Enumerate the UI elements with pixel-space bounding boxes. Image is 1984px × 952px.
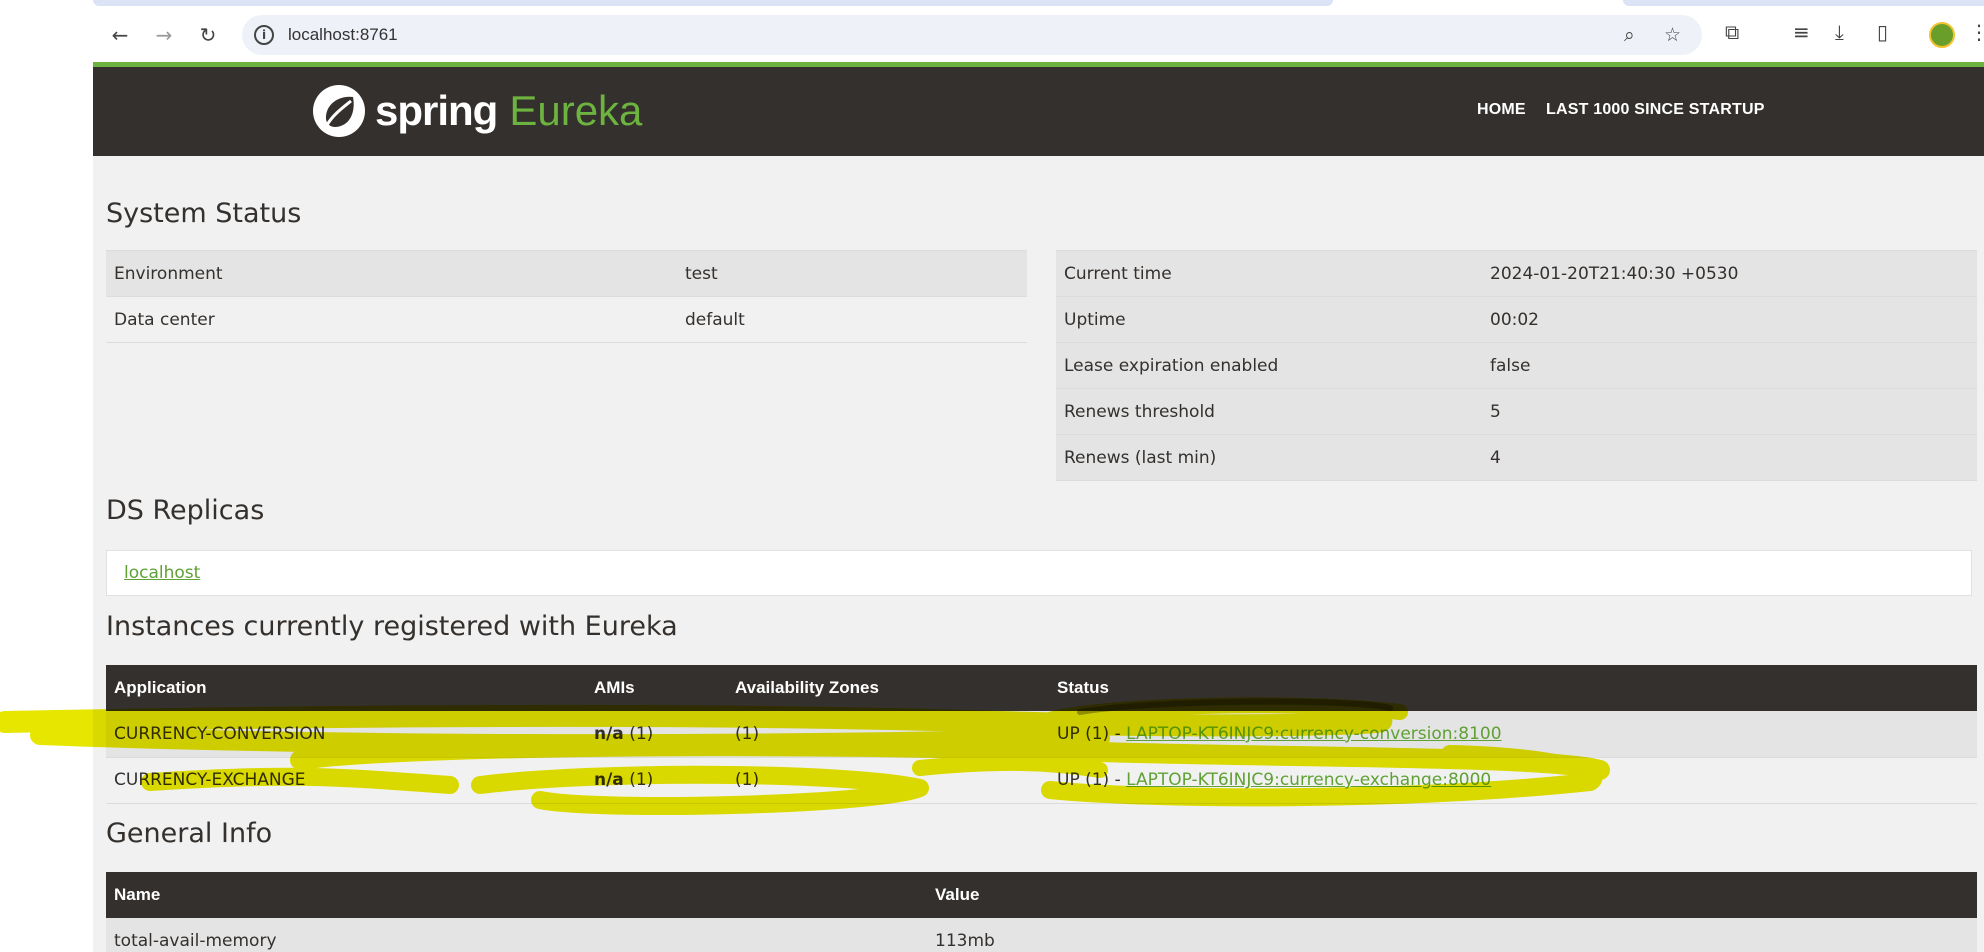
column-header-name: Name <box>106 872 927 918</box>
side-panel-icon[interactable]: ▯ <box>1877 20 1888 44</box>
table-row: Renews (last min) 4 <box>1056 434 1977 481</box>
stat-value: default <box>677 296 1027 343</box>
table-row: Lease expiration enabled false <box>1056 342 1977 389</box>
instance-app-name: CURRENCY-CONVERSION <box>106 711 586 758</box>
ds-replicas-heading: DS Replicas <box>106 495 265 526</box>
info-name: total-avail-memory <box>106 918 927 952</box>
instances-table: Application AMIs Availability Zones Stat… <box>106 665 1977 804</box>
nav-home-link[interactable]: HOME <box>1477 101 1526 119</box>
ami-value: n/a <box>594 723 624 744</box>
site-info-icon[interactable]: i <box>254 25 274 45</box>
stat-label: Current time <box>1056 250 1482 297</box>
active-tab[interactable] <box>93 0 1333 6</box>
column-header-amis: AMIs <box>586 665 727 711</box>
stat-label: Renews (last min) <box>1056 434 1482 481</box>
ami-count: (1) <box>629 770 654 790</box>
eureka-dashboard: spring Eureka HOME LAST 1000 SINCE START… <box>93 67 1984 952</box>
column-header-zones: Availability Zones <box>727 665 1049 711</box>
table-row: Environment test <box>106 250 1027 297</box>
arrow-left-icon: ← <box>111 23 129 47</box>
table-row: Uptime 00:02 <box>1056 296 1977 343</box>
profile-avatar[interactable] <box>1929 22 1955 48</box>
stat-value: 00:02 <box>1482 296 1977 343</box>
stat-value: 5 <box>1482 388 1977 435</box>
instance-link[interactable]: LAPTOP-KT6INJC9:currency-exchange:8000 <box>1126 770 1491 790</box>
arrow-right-icon: → <box>155 23 173 47</box>
instance-status: UP (1) - LAPTOP-KT6INJC9:currency-conver… <box>1049 711 1977 758</box>
replica-localhost-link[interactable]: localhost <box>124 563 200 583</box>
stat-value: 2024-01-20T21:40:30 +0530 <box>1482 250 1977 297</box>
instance-app-name: CURRENCY-EXCHANGE <box>106 757 586 804</box>
status-text: UP (1) - <box>1057 723 1127 744</box>
media-controls-icon[interactable]: ≡ <box>1793 20 1810 44</box>
table-row: Renews threshold 5 <box>1056 388 1977 435</box>
system-status-heading: System Status <box>106 198 302 229</box>
ami-count: (1) <box>629 723 654 744</box>
system-status-right-table: Current time 2024-01-20T21:40:30 +0530 U… <box>1056 250 1977 481</box>
url-text[interactable]: localhost:8761 <box>288 25 398 45</box>
instance-amis: n/a (1) <box>586 757 727 804</box>
stat-label: Renews threshold <box>1056 388 1482 435</box>
stat-value: false <box>1482 342 1977 389</box>
bookmark-star-icon[interactable]: ☆ <box>1664 24 1681 46</box>
reload-icon: ↻ <box>199 23 217 47</box>
system-status-left-table: Environment test Data center default <box>106 250 1027 343</box>
stat-label: Uptime <box>1056 296 1482 343</box>
reload-button[interactable]: ↻ <box>193 20 223 50</box>
top-navbar: spring Eureka HOME LAST 1000 SINCE START… <box>93 67 1984 156</box>
general-info-header-row: Name Value <box>106 872 1977 918</box>
left-margin <box>0 0 93 952</box>
stat-label: Lease expiration enabled <box>1056 342 1482 389</box>
table-row: Data center default <box>106 296 1027 343</box>
zoom-icon[interactable]: ⌕ <box>1624 24 1635 46</box>
instances-heading: Instances currently registered with Eure… <box>106 611 678 642</box>
instance-link[interactable]: LAPTOP-KT6INJC9:currency-conversion:8100 <box>1126 724 1501 744</box>
table-row: CURRENCY-CONVERSION n/a (1) (1) UP (1) -… <box>106 711 1977 758</box>
ami-value: n/a <box>594 770 624 790</box>
general-info-heading: General Info <box>106 818 273 849</box>
download-icon[interactable]: ⤓ <box>1835 20 1844 44</box>
browser-toolbar: ← → ↻ i localhost:8761 ⌕ ☆ ⧉ ≡ ⤓ ▯ ⋮ <box>93 0 1984 66</box>
stat-value: 4 <box>1482 434 1977 481</box>
brand-eureka: Eureka <box>509 87 643 134</box>
column-header-value: Value <box>927 872 1977 918</box>
nav-last-1000-link[interactable]: LAST 1000 SINCE STARTUP <box>1546 101 1765 119</box>
ds-replicas-box: localhost <box>106 550 1972 596</box>
address-bar[interactable]: i localhost:8761 ⌕ ☆ <box>242 15 1702 55</box>
stat-value: test <box>677 250 1027 297</box>
tab-strip <box>93 0 1984 6</box>
table-row: CURRENCY-EXCHANGE n/a (1) (1) UP (1) - L… <box>106 757 1977 804</box>
instances-header-row: Application AMIs Availability Zones Stat… <box>106 665 1977 711</box>
info-value: 113mb <box>927 918 1977 952</box>
instance-zones: (1) <box>727 757 1049 804</box>
more-menu-icon[interactable]: ⋮ <box>1969 20 1984 44</box>
spring-eureka-logo[interactable]: spring Eureka <box>313 83 642 139</box>
general-info-table: Name Value total-avail-memory 113mb <box>106 872 1977 952</box>
forward-button[interactable]: → <box>149 20 179 50</box>
instance-status: UP (1) - LAPTOP-KT6INJC9:currency-exchan… <box>1049 757 1977 804</box>
back-button[interactable]: ← <box>105 20 135 50</box>
spring-leaf-icon <box>313 85 365 137</box>
stat-label: Data center <box>106 296 677 343</box>
table-row: total-avail-memory 113mb <box>106 918 1977 952</box>
stat-label: Environment <box>106 250 677 297</box>
extensions-icon[interactable]: ⧉ <box>1725 20 1739 44</box>
table-row: Current time 2024-01-20T21:40:30 +0530 <box>1056 250 1977 297</box>
column-header-application: Application <box>106 665 586 711</box>
instance-amis: n/a (1) <box>586 711 727 758</box>
browser-tab[interactable] <box>1623 0 1984 6</box>
column-header-status: Status <box>1049 665 1977 711</box>
instance-zones: (1) <box>727 711 1049 758</box>
status-text: UP (1) - <box>1057 770 1127 790</box>
brand-spring: spring <box>375 87 498 134</box>
